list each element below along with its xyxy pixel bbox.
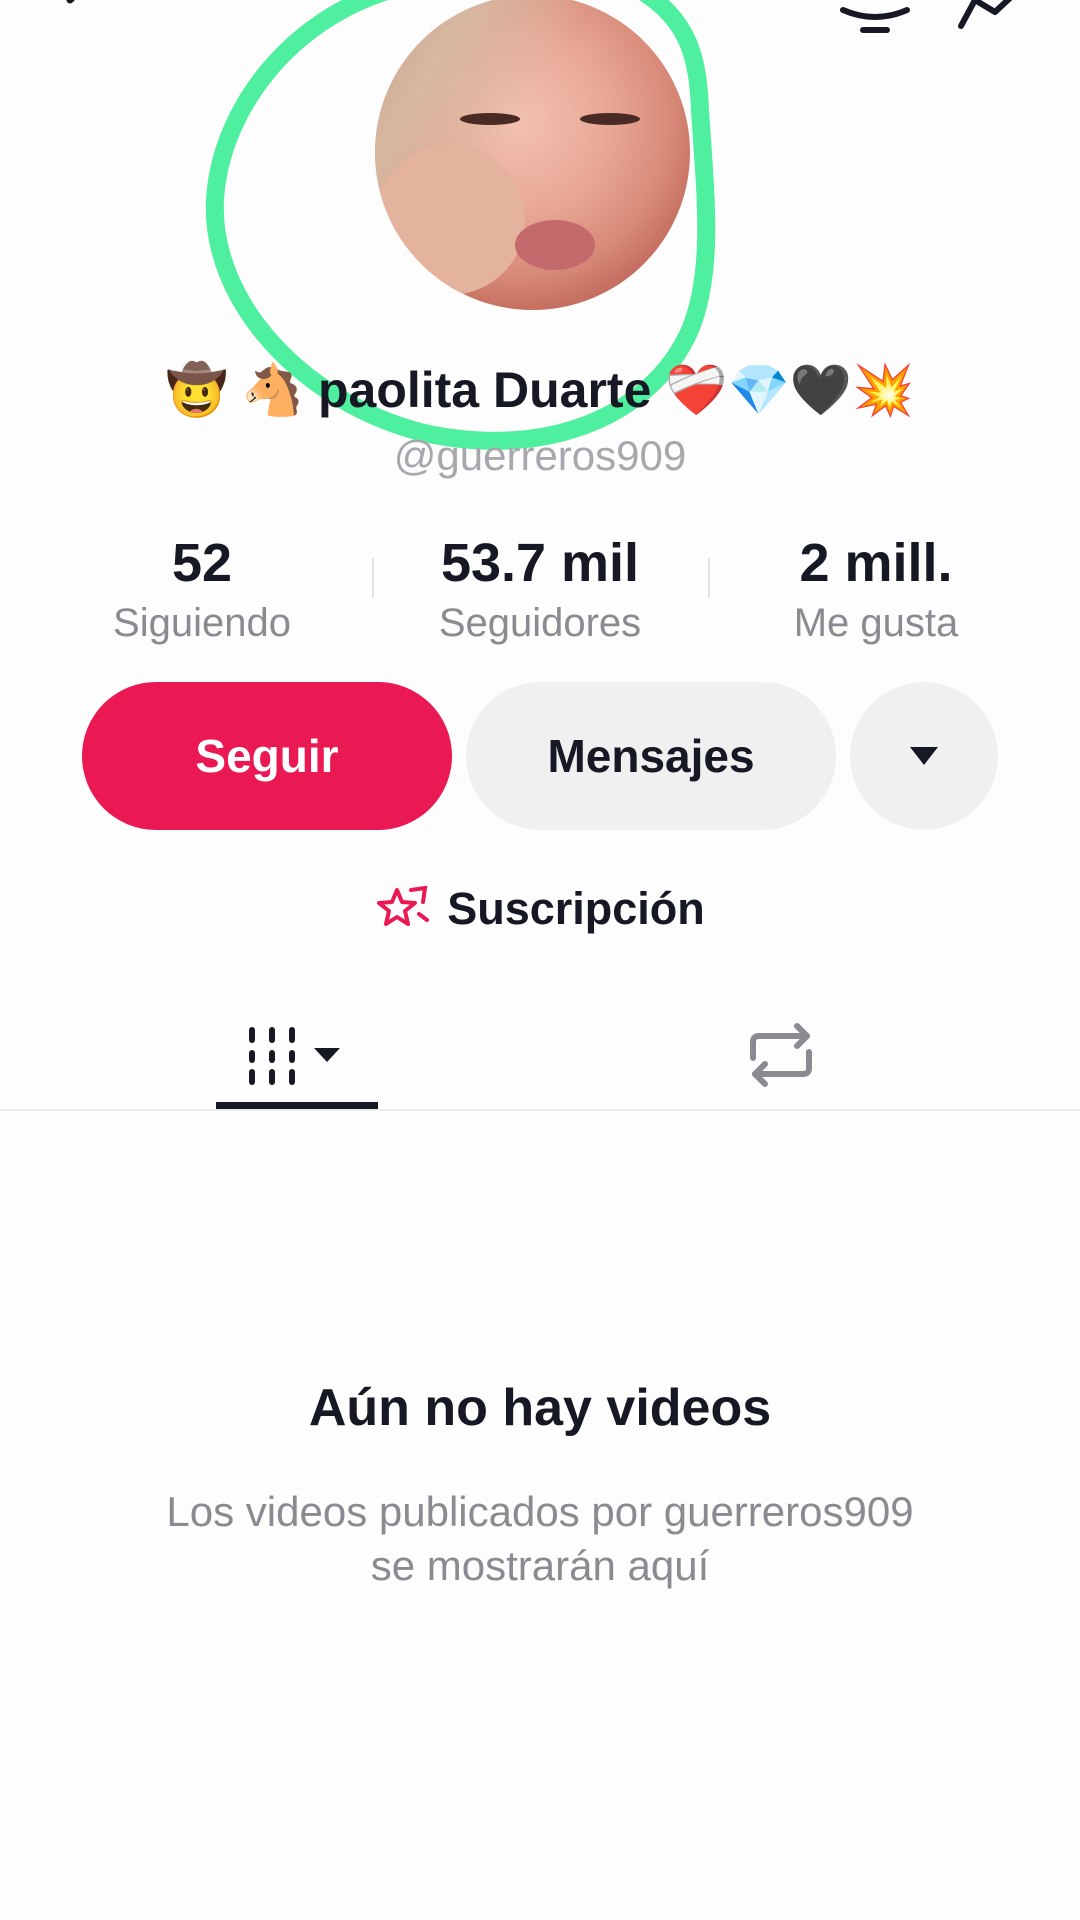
more-options-button[interactable] bbox=[850, 682, 998, 830]
stat-likes[interactable]: 2 mill. Me gusta bbox=[716, 528, 1036, 648]
empty-state-title: Aún no hay videos bbox=[308, 1379, 772, 1437]
stat-value: 53.7 mil bbox=[440, 533, 640, 593]
stat-divider bbox=[708, 558, 710, 598]
profile-tabs bbox=[0, 1000, 1080, 1110]
avatar-hand bbox=[375, 145, 525, 295]
stat-label: Me gusta bbox=[793, 601, 959, 645]
stat-label: Seguidores bbox=[438, 601, 642, 645]
stat-following[interactable]: 52 Siguiendo bbox=[42, 528, 362, 648]
name-text: paolita Duarte bbox=[317, 362, 652, 418]
subscription-link[interactable]: Suscripción bbox=[0, 874, 1080, 944]
subscription-label: Suscripción bbox=[447, 883, 705, 934]
triangle-down-icon bbox=[910, 747, 938, 765]
tab-videos[interactable] bbox=[216, 1000, 378, 1110]
videos-grid-icon bbox=[249, 1027, 340, 1085]
name-prefix-emojis: 🤠 🐴 bbox=[165, 362, 305, 418]
profile-handle: @guerreros909 bbox=[393, 432, 687, 479]
repost-icon bbox=[750, 1023, 812, 1087]
name-suffix-emojis: ❤️‍🩹💎🖤💥 bbox=[665, 362, 915, 418]
follow-button[interactable]: Seguir bbox=[82, 682, 452, 830]
share-icon[interactable] bbox=[955, 0, 1035, 38]
tab-reposts[interactable] bbox=[700, 1000, 862, 1110]
avatar-eye bbox=[460, 113, 520, 125]
avatar-lips bbox=[515, 220, 595, 270]
bell-icon[interactable] bbox=[835, 0, 915, 42]
profile-stats: 52 Siguiendo 53.7 mil Seguidores 2 mill.… bbox=[0, 528, 1080, 648]
avatar-eye bbox=[580, 113, 640, 125]
stat-value: 52 bbox=[171, 533, 233, 593]
empty-state-description: Los videos publicados por guerreros909 s… bbox=[166, 1488, 914, 1589]
stat-divider bbox=[372, 558, 374, 598]
stat-value: 2 mill. bbox=[799, 533, 953, 593]
avatar[interactable] bbox=[375, 0, 690, 310]
stat-followers[interactable]: 53.7 mil Seguidores bbox=[380, 528, 700, 648]
tabs-divider bbox=[0, 1109, 1080, 1111]
profile-name: 🤠 🐴 paolita Duarte ❤️‍🩹💎🖤💥 bbox=[0, 350, 1080, 430]
back-arrow-icon[interactable] bbox=[50, 0, 110, 30]
stat-label: Siguiendo bbox=[113, 601, 291, 645]
messages-button[interactable]: Mensajes bbox=[466, 682, 836, 830]
active-tab-indicator bbox=[216, 1102, 378, 1109]
profile-page: 🤠 🐴 paolita Duarte ❤️‍🩹💎🖤💥 @guerreros909… bbox=[0, 0, 1080, 1920]
subscription-star-icon bbox=[377, 885, 430, 926]
